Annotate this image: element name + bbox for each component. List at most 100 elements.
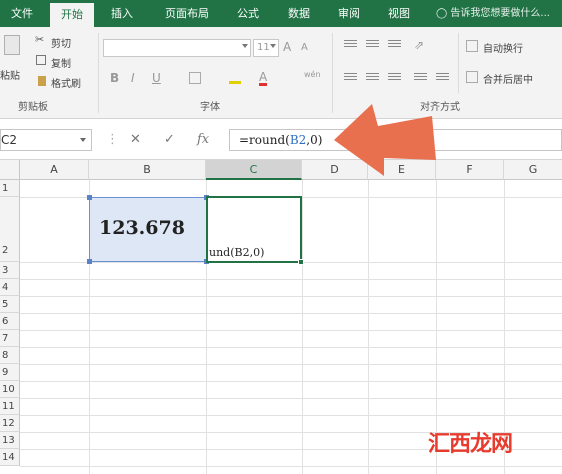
row-header-3[interactable]: 3 — [0, 262, 20, 279]
row-header-7[interactable]: 7 — [0, 330, 20, 347]
excel-window: 文件 开始 插入 页面布局 公式 数据 审阅 视图 ◯ 告诉我您想要做什么...… — [0, 0, 562, 474]
row-header-4[interactable]: 4 — [0, 279, 20, 296]
merge-center-icon — [466, 71, 478, 83]
copy-button[interactable]: 复制 — [51, 55, 71, 70]
name-box[interactable]: C2 — [0, 129, 92, 151]
ribbon-tab-bar: 文件 开始 插入 页面布局 公式 数据 审阅 视图 ◯ 告诉我您想要做什么... — [0, 0, 562, 27]
gridline — [20, 313, 562, 314]
tab-insert[interactable]: 插入 — [100, 0, 144, 27]
column-header-b[interactable]: B — [89, 160, 206, 180]
format-painter-button[interactable]: 格式刷 — [51, 75, 81, 90]
gridline — [20, 364, 562, 365]
gridline — [20, 398, 562, 399]
gridline — [20, 279, 562, 280]
gridline — [20, 415, 562, 416]
cell-b2[interactable]: 123.678 — [89, 197, 207, 262]
align-middle-icon[interactable] — [366, 40, 379, 49]
row-header-9[interactable]: 9 — [0, 364, 20, 381]
align-center-icon[interactable] — [366, 73, 379, 82]
tab-home[interactable]: 开始 — [50, 3, 94, 27]
clipboard-group-label: 剪贴板 — [18, 102, 48, 113]
align-bottom-icon[interactable] — [388, 40, 401, 49]
fill-color-icon[interactable] — [229, 72, 241, 84]
merge-center-button[interactable]: 合并后居中 — [483, 71, 533, 86]
row-header-1[interactable]: 1 — [0, 180, 20, 197]
tab-page-layout[interactable]: 页面布局 — [152, 0, 222, 27]
ribbon-home: 粘贴 ✂ 剪切 复制 格式刷 剪贴板 11 A A B I U A wén 字体… — [0, 27, 562, 119]
font-size-combo[interactable]: 11 — [253, 39, 279, 57]
column-header-a[interactable]: A — [20, 160, 89, 180]
align-right-icon[interactable] — [388, 73, 401, 82]
row-header-2[interactable]: 2 — [0, 197, 20, 262]
scissors-icon: ✂ — [35, 33, 45, 46]
formula-text-reference: B2 — [289, 133, 307, 147]
shrink-font-button[interactable]: A — [301, 42, 308, 53]
tell-me-box[interactable]: ◯ 告诉我您想要做什么... — [436, 0, 550, 27]
format-painter-icon — [38, 76, 46, 86]
italic-button[interactable]: I — [131, 71, 135, 85]
copy-icon — [36, 55, 46, 65]
divider — [458, 33, 459, 93]
insert-function-button[interactable]: fx — [197, 132, 209, 147]
divider — [98, 33, 99, 113]
cell-c2[interactable]: und(B2,0) — [206, 196, 302, 263]
enter-button[interactable]: ✓ — [164, 132, 175, 147]
gridline — [368, 180, 369, 474]
tab-formulas[interactable]: 公式 — [228, 0, 268, 27]
gridline — [20, 296, 562, 297]
range-handle[interactable] — [87, 259, 92, 264]
tab-view[interactable]: 视图 — [378, 0, 420, 27]
range-handle[interactable] — [87, 195, 92, 200]
grow-font-button[interactable]: A — [283, 40, 291, 54]
bold-button[interactable]: B — [110, 71, 119, 85]
phonetic-button[interactable]: wén — [304, 70, 321, 79]
font-color-button[interactable]: A — [259, 71, 268, 86]
select-all-button[interactable] — [0, 160, 20, 180]
gridline — [302, 180, 303, 474]
font-name-combo[interactable] — [103, 39, 251, 57]
row-header-5[interactable]: 5 — [0, 296, 20, 313]
column-header-c[interactable]: C — [206, 160, 302, 180]
row-header-13[interactable]: 13 — [0, 432, 20, 449]
cancel-button[interactable]: ✕ — [130, 132, 141, 147]
row-header-11[interactable]: 11 — [0, 398, 20, 415]
paste-button[interactable]: 粘贴 — [0, 67, 20, 82]
row-header-14[interactable]: 14 — [0, 449, 20, 466]
formula-bar: C2 ⋮ ✕ ✓ fx =round(B2,0) — [0, 120, 562, 160]
wrap-text-button[interactable]: 自动换行 — [483, 40, 523, 55]
underline-button[interactable]: U — [152, 71, 161, 85]
formula-text-prefix: =round( — [239, 133, 290, 147]
borders-icon[interactable] — [189, 72, 201, 84]
align-left-icon[interactable] — [344, 73, 357, 82]
lightbulb-icon: ◯ — [436, 8, 448, 19]
orientation-icon[interactable]: ⇗ — [414, 38, 424, 52]
cut-button[interactable]: 剪切 — [51, 35, 71, 50]
column-header-f[interactable]: F — [436, 160, 504, 180]
row-header-12[interactable]: 12 — [0, 415, 20, 432]
font-group-label: 字体 — [200, 102, 220, 113]
row-header-8[interactable]: 8 — [0, 347, 20, 364]
tell-me-text: 告诉我您想要做什么... — [450, 8, 550, 19]
wrap-text-icon — [466, 40, 478, 52]
decrease-indent-icon[interactable] — [414, 73, 427, 82]
tab-file[interactable]: 文件 — [2, 0, 42, 27]
tab-data[interactable]: 数据 — [278, 0, 320, 27]
row-header-6[interactable]: 6 — [0, 313, 20, 330]
row-header-10[interactable]: 10 — [0, 381, 20, 398]
chevron-down-icon — [270, 44, 276, 48]
gridline — [20, 466, 562, 467]
gridline — [20, 330, 562, 331]
chevron-down-icon — [242, 44, 248, 48]
fill-handle[interactable] — [298, 259, 304, 265]
column-header-g[interactable]: G — [504, 160, 562, 180]
gridline — [20, 347, 562, 348]
more-icon: ⋮ — [106, 132, 119, 147]
align-top-icon[interactable] — [344, 40, 357, 49]
tab-review[interactable]: 审阅 — [328, 0, 370, 27]
chevron-down-icon — [80, 138, 86, 142]
annotation-arrow-icon — [334, 104, 436, 176]
watermark-logo: 汇西龙网 — [428, 431, 513, 457]
paste-icon[interactable] — [4, 35, 20, 55]
increase-indent-icon[interactable] — [436, 73, 449, 82]
gridline — [20, 381, 562, 382]
